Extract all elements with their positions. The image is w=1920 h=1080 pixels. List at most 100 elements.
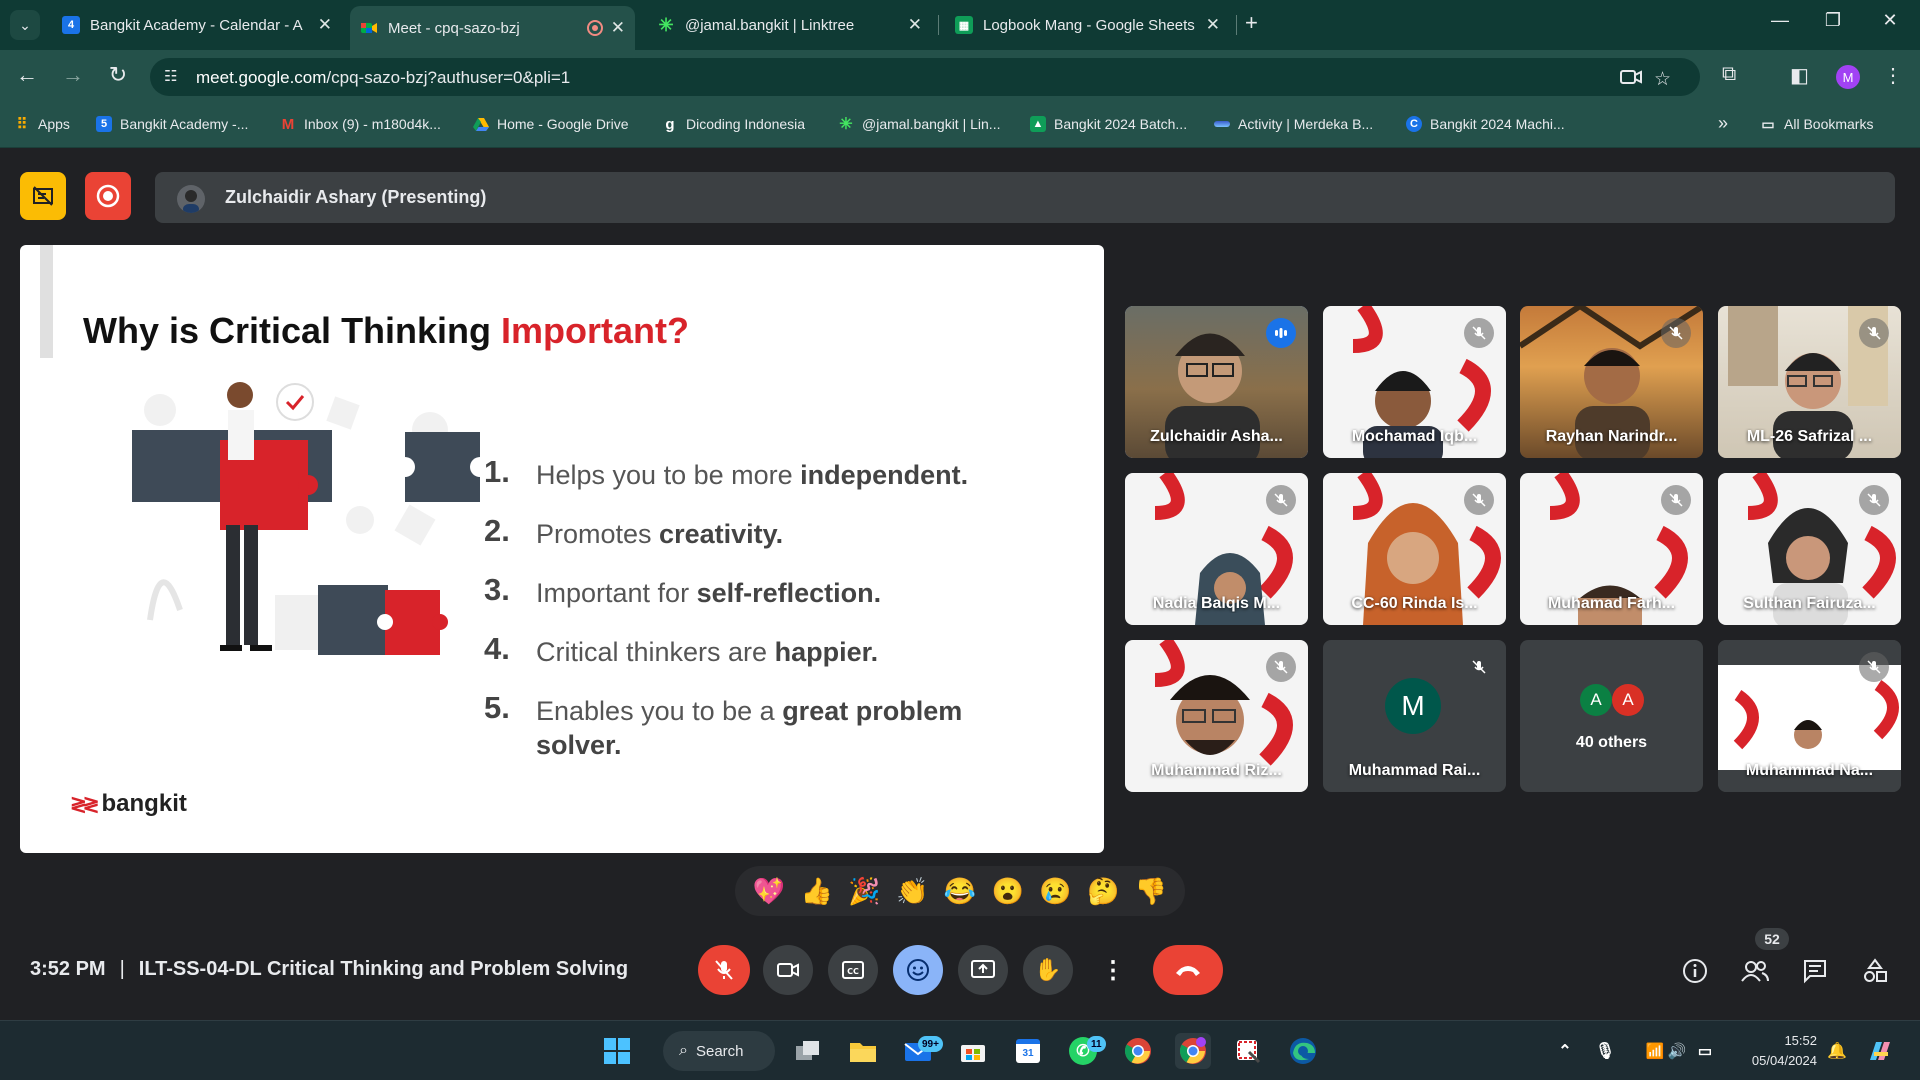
bookmark-dicoding[interactable]: g Dicoding Indonesia [662, 116, 805, 133]
participant-tile[interactable]: Mochamad Iqb... [1323, 306, 1506, 458]
participant-tile[interactable]: M Muhammad Rai... [1323, 640, 1506, 792]
restore-icon[interactable]: ❐ [1813, 10, 1853, 31]
bookmark-inbox[interactable]: M Inbox (9) - m180d4k... [280, 115, 441, 133]
tab-linktree[interactable]: ✳ @jamal.bangkit | Linktree ✕ [647, 7, 932, 43]
bookmark-bangkit-academy[interactable]: 5 Bangkit Academy -... [96, 116, 248, 132]
close-tab-icon[interactable]: ✕ [318, 15, 332, 35]
others-tile[interactable]: A A 40 others [1520, 640, 1703, 792]
hang-up-icon [1176, 966, 1200, 976]
bookmark-star-icon[interactable]: ☆ [1654, 68, 1671, 91]
camera-toggle-button[interactable] [763, 945, 813, 995]
present-screen-button[interactable] [958, 945, 1008, 995]
new-tab-plus-icon[interactable]: + [1245, 10, 1258, 36]
apps-grid-icon: ⠿ [16, 116, 28, 133]
muted-mic-icon [1859, 485, 1889, 515]
raise-hand-button[interactable]: ✋ [1023, 945, 1073, 995]
participant-tile[interactable]: Muhammad Na... [1718, 640, 1901, 792]
muted-mic-icon [1266, 485, 1296, 515]
tray-chevron-up-icon[interactable]: ⌃ [1550, 1033, 1580, 1069]
reaction-clap[interactable]: 👏 [896, 876, 928, 907]
site-settings-icon[interactable]: ☷ [164, 67, 184, 87]
forward-arrow-icon[interactable]: → [58, 62, 88, 88]
reaction-party[interactable]: 🎉 [848, 876, 880, 907]
activities-icon[interactable] [1860, 956, 1890, 986]
mail-badge: 99+ [918, 1036, 943, 1052]
tab-sheets[interactable]: ▦ Logbook Mang - Google Sheets ✕ [945, 7, 1230, 43]
leave-call-button[interactable] [1153, 945, 1223, 995]
address-bar[interactable]: ☷ meet.google.com/cpq-sazo-bzj?authuser=… [150, 58, 1700, 96]
reaction-thinking[interactable]: 🤔 [1087, 876, 1119, 907]
bookmark-bangkit-batch[interactable]: ▲ Bangkit 2024 Batch... [1030, 116, 1187, 132]
windows-start-icon[interactable] [599, 1033, 635, 1069]
participant-tile[interactable]: Muhammad Riz... [1125, 640, 1308, 792]
all-bookmarks[interactable]: ▭ All Bookmarks [1760, 116, 1873, 133]
reactions-bar: 💖 👍 🎉 👏 😂 😮 😢 🤔 👎 [735, 866, 1185, 916]
chrome-menu-icon[interactable]: ⋮ [1883, 63, 1903, 88]
mic-tray-icon[interactable]: 🎙 [1590, 1033, 1620, 1069]
reaction-surprised[interactable]: 😮 [992, 876, 1024, 907]
recording-indicator-icon [586, 20, 603, 36]
meeting-details-icon[interactable] [1680, 956, 1710, 986]
tab-search-chevron-icon[interactable]: ⌄ [10, 10, 40, 40]
participant-tile[interactable]: CC-60 Rinda Is... [1323, 473, 1506, 625]
copilot-icon[interactable] [1862, 1033, 1898, 1069]
camera-in-use-icon[interactable] [1620, 68, 1642, 92]
reaction-thumbs-up[interactable]: 👍 [800, 876, 832, 907]
minimize-icon[interactable]: — [1760, 10, 1800, 31]
participant-tile[interactable]: Zulchaidir Asha... [1125, 306, 1308, 458]
reaction-thumbs-down[interactable]: 👎 [1135, 876, 1167, 907]
file-explorer-icon[interactable] [845, 1033, 881, 1069]
calendar-app-icon[interactable]: 31 [1010, 1033, 1046, 1069]
whatsapp-icon[interactable]: ✆ 11 [1065, 1033, 1106, 1069]
speaking-indicator-icon [1266, 318, 1296, 348]
tray-clock[interactable]: 15:52 05/04/2024 [1735, 1031, 1817, 1071]
tab-meet[interactable]: Meet - cpq-sazo-bzj ✕ [350, 6, 635, 50]
tab-calendar[interactable]: 4 Bangkit Academy - Calendar - A ✕ [52, 7, 342, 43]
battery-icon[interactable]: ▭ [1690, 1033, 1720, 1069]
reaction-heart[interactable]: 💖 [753, 876, 785, 907]
reaction-sad[interactable]: 😢 [1039, 876, 1071, 907]
google-drive-icon [473, 116, 489, 132]
bookmark-bangkit-machine[interactable]: C Bangkit 2024 Machi... [1406, 116, 1565, 132]
participant-tile[interactable]: Muhamad Farh... [1520, 473, 1703, 625]
profile-avatar[interactable]: M [1836, 65, 1860, 89]
chrome-icon[interactable] [1120, 1033, 1156, 1069]
bookmark-drive[interactable]: Home - Google Drive [473, 116, 629, 132]
side-panel-icon[interactable]: ◧ [1790, 63, 1809, 88]
participant-tile[interactable]: Rayhan Narindr... [1520, 306, 1703, 458]
more-options-button[interactable]: ⋮ [1088, 945, 1138, 995]
taskbar-search[interactable]: ⌕ Search [663, 1031, 775, 1071]
snipping-tool-icon[interactable] [1230, 1033, 1266, 1069]
reload-icon[interactable]: ↻ [103, 62, 133, 88]
more-bookmarks-chevron-icon[interactable]: » [1718, 113, 1728, 134]
mail-icon[interactable]: 99+ [900, 1033, 943, 1069]
reaction-laugh[interactable]: 😂 [944, 876, 976, 907]
edge-icon[interactable] [1285, 1033, 1321, 1069]
back-arrow-icon[interactable]: ← [12, 62, 42, 88]
volume-icon[interactable]: 🔊 [1662, 1033, 1692, 1069]
recording-icon[interactable] [85, 172, 131, 220]
people-icon[interactable] [1740, 956, 1770, 986]
task-view-icon[interactable] [790, 1033, 826, 1069]
chrome-profile-icon[interactable] [1175, 1033, 1211, 1069]
participant-tile[interactable]: ML-26 Safrizal ... [1718, 306, 1901, 458]
companion-mode-icon[interactable] [20, 172, 66, 220]
notification-bell-icon[interactable]: 🔔 [1822, 1033, 1852, 1069]
close-window-icon[interactable]: ✕ [1870, 10, 1910, 31]
close-tab-icon[interactable]: ✕ [611, 18, 625, 38]
bookmark-linktree[interactable]: ✳ @jamal.bangkit | Lin... [838, 116, 1000, 133]
extensions-puzzle-icon[interactable]: ⧉ [1722, 63, 1736, 86]
captions-button[interactable]: CC [828, 945, 878, 995]
chat-icon[interactable] [1800, 956, 1830, 986]
bookmark-merdeka[interactable]: Activity | Merdeka B... [1214, 116, 1373, 132]
participant-tile[interactable]: Sulthan Fairuza... [1718, 473, 1901, 625]
gmail-icon: M [281, 115, 295, 133]
participant-tile[interactable]: Nadia Balqis M... [1125, 473, 1308, 625]
close-tab-icon[interactable]: ✕ [1206, 15, 1220, 35]
emoji-reactions-button[interactable] [893, 945, 943, 995]
others-count: 40 others [1575, 734, 1648, 751]
bookmark-apps[interactable]: ⠿ Apps [14, 116, 70, 133]
mic-toggle-button[interactable] [698, 945, 750, 995]
close-tab-icon[interactable]: ✕ [908, 15, 922, 35]
ms-store-icon[interactable] [955, 1033, 991, 1069]
